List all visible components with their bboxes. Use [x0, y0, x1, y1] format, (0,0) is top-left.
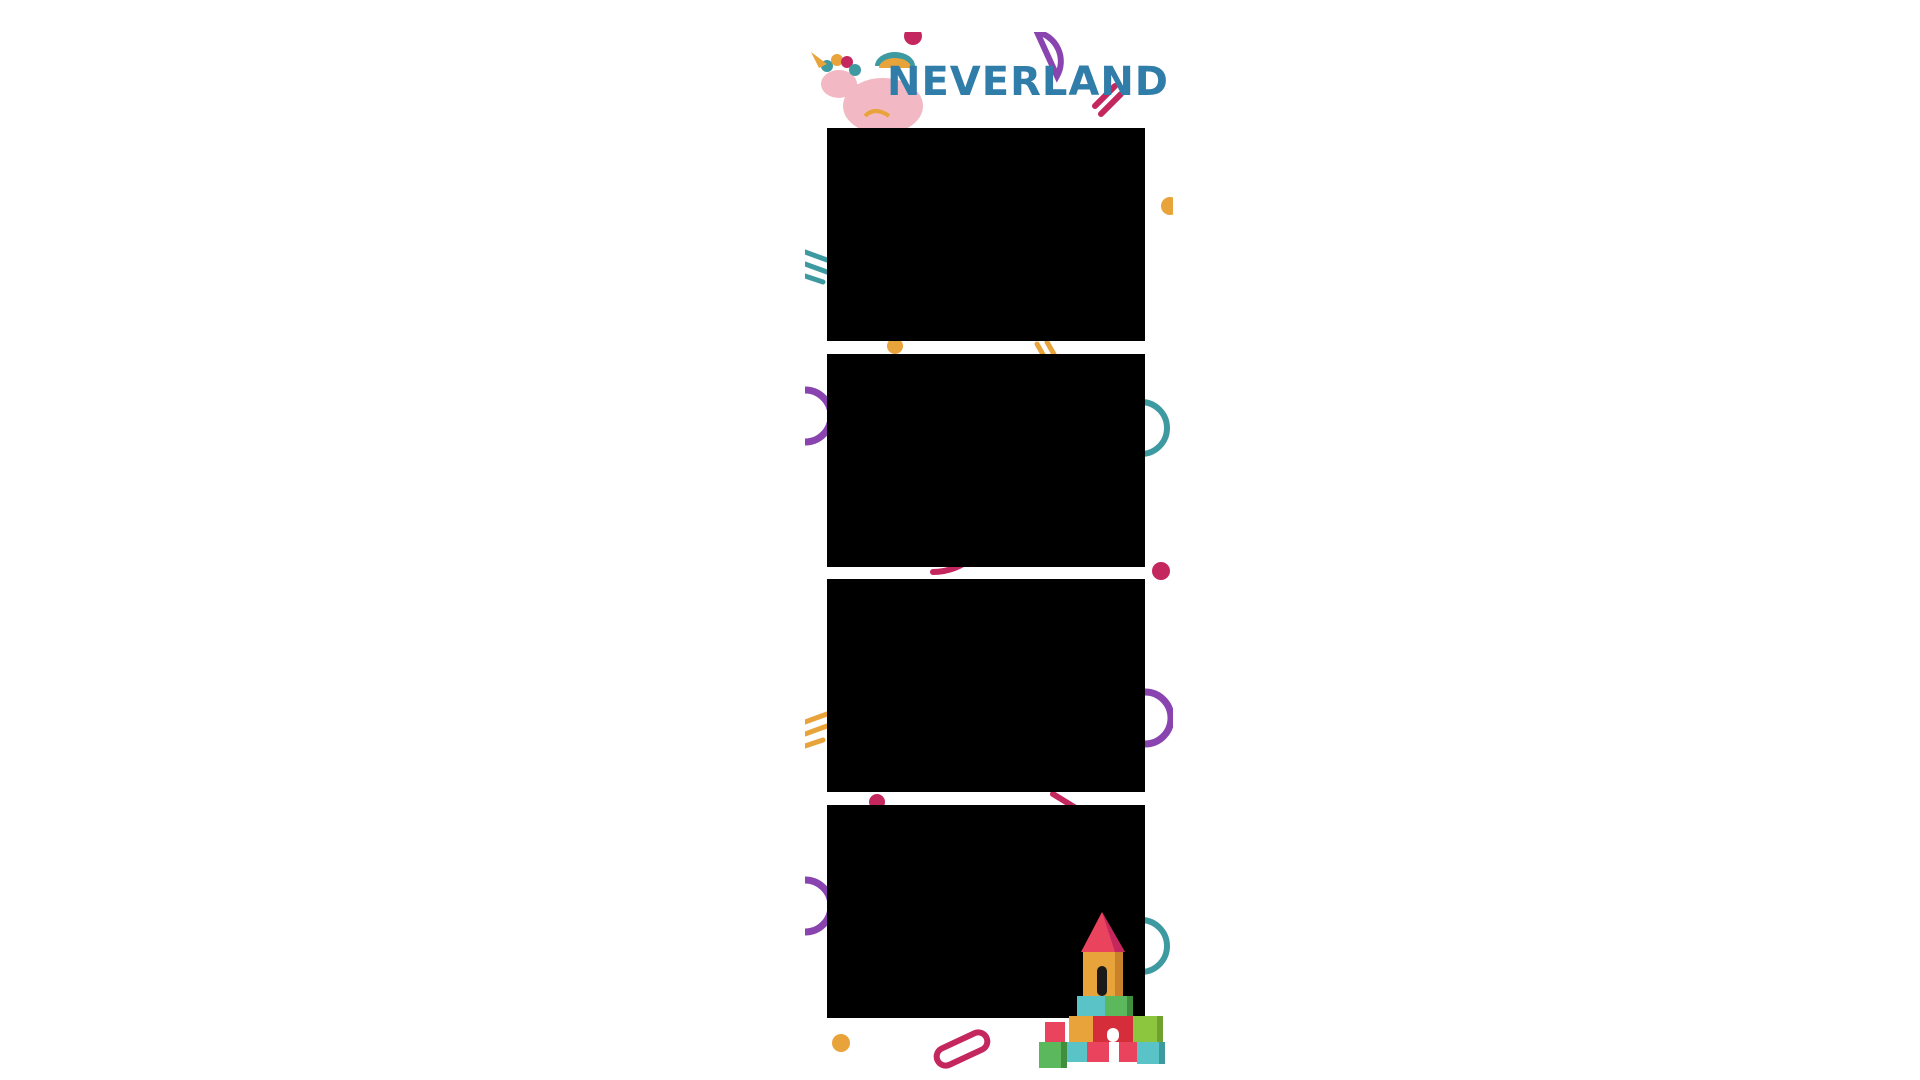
photo-slot-2 [827, 354, 1145, 567]
photo-slot-3 [827, 579, 1145, 792]
brand-title: NEVERLAND [887, 59, 1170, 105]
photo-slot-1 [827, 128, 1145, 341]
photo-strip: NEVERLAND [805, 32, 1173, 1080]
toy-blocks-icon [1039, 912, 1165, 1068]
